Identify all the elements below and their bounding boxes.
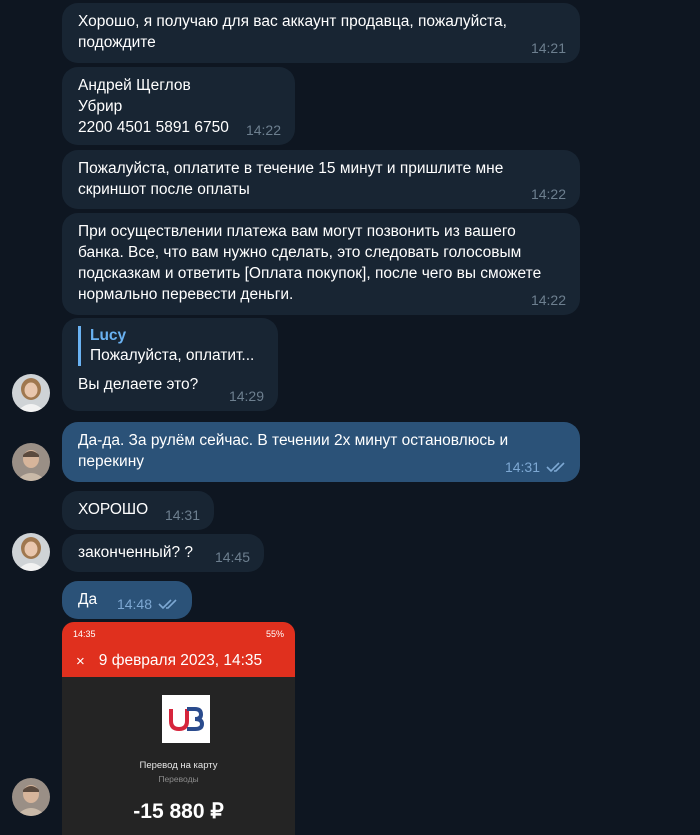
message-incoming[interactable]: Хорошо, я получаю для вас аккаунт продав… [62, 3, 580, 63]
status-time: 14:35 [73, 628, 96, 639]
avatar[interactable] [12, 533, 50, 571]
message-incoming[interactable]: Андрей Щеглов Убрир 2200 4501 5891 6750 … [62, 67, 295, 145]
message-time: 14:31 [504, 459, 540, 475]
reply-quote[interactable]: Lucy Пожалуйста, оплатит... [78, 326, 264, 366]
reply-author: Lucy [90, 327, 127, 344]
message-text: При осуществлении платежа вам могут позв… [78, 223, 542, 303]
close-icon: × [76, 652, 85, 670]
message-incoming[interactable]: ХОРОШО 14:31 [62, 491, 214, 530]
transaction-header: × 9 февраля 2023, 14:35 [62, 645, 295, 677]
message-time: 14:45 [214, 549, 250, 565]
message-incoming[interactable]: Lucy Пожалуйста, оплатит... Вы делаете э… [62, 318, 278, 411]
message-time: 14:22 [530, 186, 566, 202]
message-incoming[interactable]: законченный? ? 14:45 [62, 534, 264, 572]
avatar[interactable] [12, 778, 50, 816]
phone-status-bar: 14:35 55% [62, 622, 295, 645]
message-time: 14:29 [228, 388, 264, 404]
transaction-date: 9 февраля 2023, 14:35 [98, 652, 263, 669]
message-time: 14:22 [245, 122, 281, 138]
bank-logo [162, 695, 210, 743]
transaction-title: Перевод на карту [139, 760, 218, 771]
message-outgoing[interactable]: Да 14:48 [62, 581, 192, 619]
message-incoming[interactable]: При осуществлении платежа вам могут позв… [62, 213, 580, 315]
message-time: 14:31 [164, 507, 200, 523]
avatar[interactable] [12, 374, 50, 412]
message-text: Да-да. За рулём сейчас. В течении 2х мин… [78, 432, 509, 470]
photo-message[interactable]: 14:35 55% × 9 февраля 2023, 14:35 Перево… [62, 622, 295, 835]
transaction-amount: -15 880 ₽ [133, 800, 224, 823]
message-outgoing[interactable]: Да-да. За рулём сейчас. В течении 2х мин… [62, 422, 580, 482]
double-check-icon [158, 599, 177, 610]
transaction-category: Переводы [158, 774, 199, 784]
message-time: 14:21 [530, 40, 566, 56]
ub-logo-icon [169, 707, 205, 732]
message-text: Пожалуйста, оплатите в течение 15 минут … [78, 160, 504, 198]
message-time: 14:48 [116, 596, 152, 612]
reply-text: Пожалуйста, оплатит... [90, 347, 255, 364]
status-battery: 55% [265, 628, 284, 639]
message-time: 14:22 [530, 292, 566, 308]
avatar[interactable] [12, 443, 50, 481]
message-text: Хорошо, я получаю для вас аккаунт продав… [78, 13, 507, 51]
double-check-icon [546, 462, 565, 473]
message-incoming[interactable]: Пожалуйста, оплатите в течение 15 минут … [62, 150, 580, 209]
